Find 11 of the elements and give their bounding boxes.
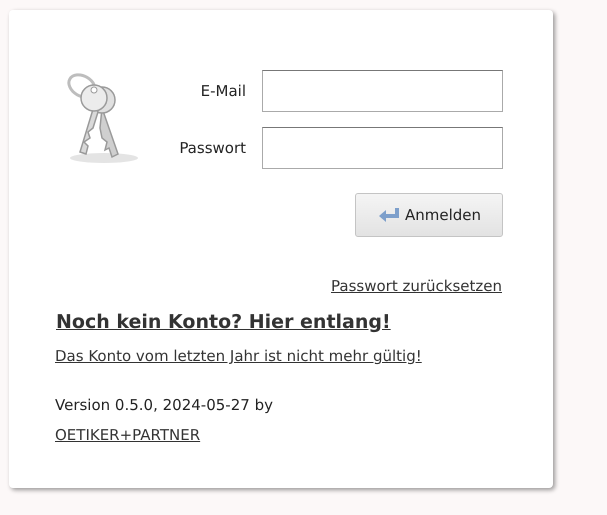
- signup-link[interactable]: Noch kein Konto? Hier entlang!: [56, 311, 391, 333]
- field-label: E-Mail: [200, 82, 246, 100]
- version-text: Version 0.5.0, 2024-05-27 by: [55, 396, 273, 414]
- reset-password-link[interactable]: Passwort zurücksetzen: [331, 277, 502, 295]
- login-button[interactable]: Anmelden: [355, 193, 503, 237]
- input-field[interactable]: [262, 127, 503, 169]
- input-field[interactable]: [262, 70, 503, 112]
- notice-link[interactable]: Das Konto vom letzten Jahr ist nicht mehr gültig!: [55, 347, 422, 365]
- field-label: Passwort: [179, 139, 246, 157]
- enter-arrow-icon: [376, 205, 401, 225]
- company-link[interactable]: OETIKER+PARTNER: [55, 426, 200, 444]
